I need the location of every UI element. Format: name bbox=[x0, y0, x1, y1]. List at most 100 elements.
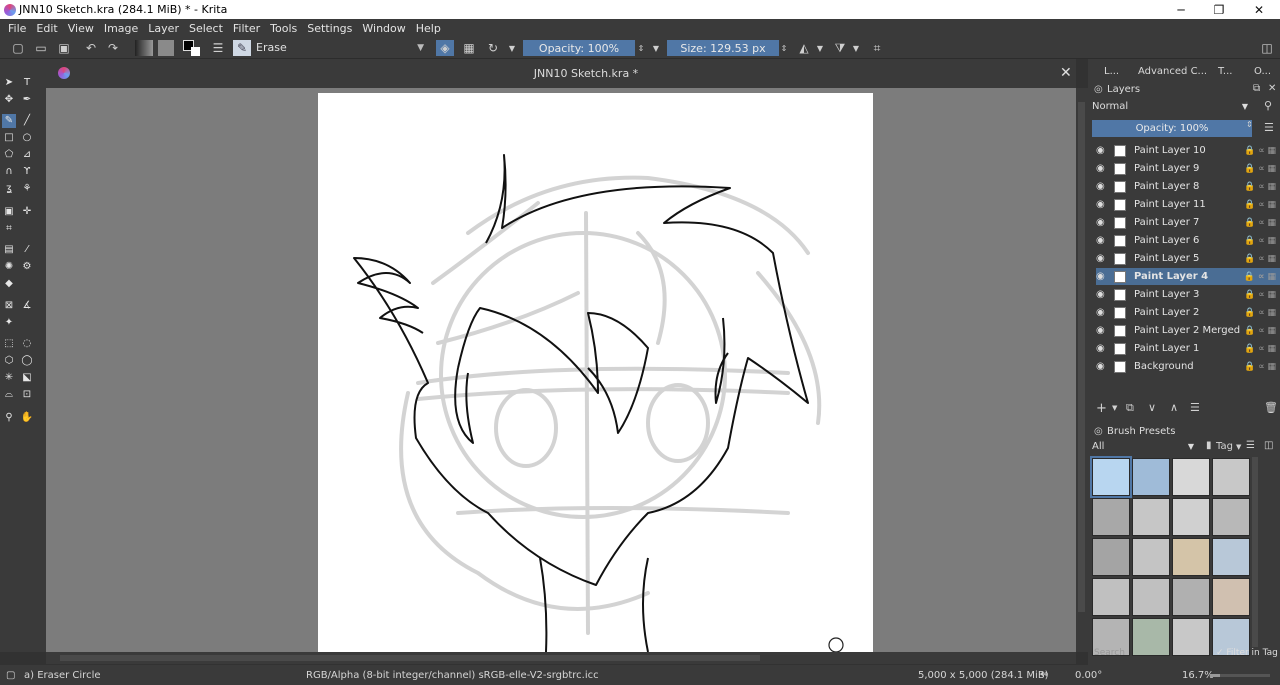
delete-layer-icon[interactable]: 🗑 bbox=[1264, 401, 1278, 414]
dynamic-brush-icon[interactable]: ʓ bbox=[2, 182, 16, 196]
zoom-slider[interactable] bbox=[1210, 674, 1270, 677]
minimize-button[interactable]: ─ bbox=[1161, 0, 1201, 19]
close-panel-icon[interactable]: ✕ bbox=[1268, 83, 1276, 94]
lock-alpha-icon[interactable]: 🔒 ∝ ▦ bbox=[1244, 290, 1276, 300]
rectangle-tool-icon[interactable]: □ bbox=[2, 131, 16, 145]
reload-preset-icon[interactable]: ↻ bbox=[484, 40, 502, 56]
lock-alpha-icon[interactable]: 🔒 ∝ ▦ bbox=[1244, 218, 1276, 228]
freehand-select-icon[interactable]: ◯ bbox=[20, 354, 34, 368]
lock-alpha-icon[interactable]: 🔒 ∝ ▦ bbox=[1244, 362, 1276, 372]
chevron-down-icon[interactable]: ▼ bbox=[651, 40, 661, 56]
reference-tool-icon[interactable]: ✦ bbox=[2, 316, 16, 330]
layer-row-paint-layer-10[interactable]: ◉ Paint Layer 10 🔒 ∝ ▦ bbox=[1096, 142, 1280, 159]
brush-preset-tile[interactable] bbox=[1090, 456, 1132, 498]
multibrush-icon[interactable]: ⚘ bbox=[20, 182, 34, 196]
transform-tool-icon[interactable]: ▣ bbox=[2, 205, 16, 219]
brush-preset-tile[interactable] bbox=[1132, 618, 1170, 656]
lock-alpha-icon[interactable]: 🔒 ∝ ▦ bbox=[1244, 254, 1276, 264]
layer-row-background[interactable]: ◉ Background 🔒 ∝ ▦ bbox=[1096, 358, 1280, 375]
docker-settings-icon[interactable]: ◎ bbox=[1094, 426, 1103, 437]
brush-settings-icon[interactable]: ☰ bbox=[210, 40, 226, 56]
similar-select-icon[interactable]: ⬕ bbox=[20, 371, 34, 385]
polygon-select-icon[interactable]: ⬡ bbox=[2, 354, 16, 368]
ellipse-select-icon[interactable]: ◌ bbox=[20, 337, 34, 351]
measure-tool-icon[interactable]: ∡ bbox=[20, 299, 34, 313]
menu-layer[interactable]: Layer bbox=[143, 22, 184, 35]
tab-tool-options[interactable]: T... bbox=[1218, 66, 1232, 77]
opacity-stepper[interactable]: ⇕ bbox=[636, 40, 646, 56]
new-document-icon[interactable]: ▢ bbox=[10, 40, 26, 56]
brush-grid-scrollbar[interactable] bbox=[1252, 457, 1258, 647]
fill-tool-icon[interactable]: ◆ bbox=[2, 277, 16, 291]
visibility-eye-icon[interactable]: ◉ bbox=[1096, 181, 1108, 192]
vertical-scrollbar[interactable] bbox=[1076, 88, 1088, 652]
brush-preset-tile[interactable] bbox=[1092, 578, 1130, 616]
magnetic-select-icon[interactable]: ⊡ bbox=[20, 388, 34, 402]
close-document-icon[interactable]: ✕ bbox=[1060, 65, 1072, 81]
color-picker-icon[interactable]: ⁄ bbox=[20, 243, 34, 257]
menu-file[interactable]: File bbox=[3, 22, 31, 35]
pan-tool-icon[interactable]: ✋ bbox=[20, 411, 34, 425]
duplicate-layer-icon[interactable]: ⧉ bbox=[1126, 401, 1134, 415]
rect-select-icon[interactable]: ⬚ bbox=[2, 337, 16, 351]
tag-label[interactable]: Tag bbox=[1216, 441, 1233, 452]
canvas-page[interactable] bbox=[318, 93, 873, 652]
layer-row-paint-layer-11[interactable]: ◉ Paint Layer 11 🔒 ∝ ▦ bbox=[1096, 196, 1280, 213]
gradient-swatch-icon[interactable] bbox=[135, 40, 153, 56]
menu-window[interactable]: Window bbox=[357, 22, 410, 35]
brush-preset-tile[interactable] bbox=[1172, 458, 1210, 496]
lock-alpha-icon[interactable]: 🔒 ∝ ▦ bbox=[1244, 164, 1276, 174]
edit-shapes-icon[interactable]: ✥ bbox=[2, 93, 16, 107]
move-tool-icon[interactable]: ✛ bbox=[20, 205, 34, 219]
freehand-brush-icon[interactable]: ✎ bbox=[2, 114, 16, 128]
layer-properties-icon[interactable]: ☰ bbox=[1190, 401, 1200, 414]
layer-opacity-slider[interactable]: Opacity: 100% bbox=[1092, 120, 1252, 137]
wrap-around-icon[interactable]: ⌗ bbox=[868, 40, 886, 56]
rotation-reset-icon[interactable]: ⇔ bbox=[1040, 669, 1048, 680]
document-tab-title[interactable]: JNN10 Sketch.kra * bbox=[526, 67, 646, 80]
menu-help[interactable]: Help bbox=[411, 22, 446, 35]
bezier-select-icon[interactable]: ⌓ bbox=[2, 388, 16, 402]
zoom-tool-icon[interactable]: ⚲ bbox=[2, 411, 16, 425]
brush-preset-tile[interactable] bbox=[1212, 578, 1250, 616]
brush-preset-tile[interactable] bbox=[1092, 498, 1130, 536]
select-shapes-icon[interactable]: ➤ bbox=[2, 76, 16, 90]
layer-filter-icon[interactable]: ⚲ bbox=[1264, 99, 1272, 112]
panel-toggle-icon[interactable]: ◫ bbox=[1264, 440, 1273, 451]
menu-select[interactable]: Select bbox=[184, 22, 228, 35]
menu-tools[interactable]: Tools bbox=[265, 22, 302, 35]
freehand-path-icon[interactable]: ϒ bbox=[20, 165, 34, 179]
bezier-tool-icon[interactable]: ∩ bbox=[2, 165, 16, 179]
menu-settings[interactable]: Settings bbox=[302, 22, 357, 35]
save-icon[interactable]: ▣ bbox=[56, 40, 72, 56]
line-tool-icon[interactable]: ╱ bbox=[20, 114, 34, 128]
menu-view[interactable]: View bbox=[63, 22, 99, 35]
eraser-mode-icon[interactable]: ◈ bbox=[436, 40, 454, 56]
pattern-swatch-icon[interactable] bbox=[158, 40, 174, 56]
assistant-tool-icon[interactable]: ⊠ bbox=[2, 299, 16, 313]
undo-icon[interactable]: ↶ bbox=[83, 40, 99, 56]
smart-patch-icon[interactable]: ⚙ bbox=[20, 260, 34, 274]
filter-in-tag-checkbox[interactable]: ✓ Filter in Tag bbox=[1216, 648, 1278, 658]
layer-row-paint-layer-1[interactable]: ◉ Paint Layer 1 🔒 ∝ ▦ bbox=[1096, 340, 1280, 357]
brush-preset-tile[interactable] bbox=[1172, 578, 1210, 616]
fg-bg-color-icon[interactable] bbox=[183, 40, 201, 56]
layer-row-paint-layer-3[interactable]: ◉ Paint Layer 3 🔒 ∝ ▦ bbox=[1096, 286, 1280, 303]
polyline-tool-icon[interactable]: ⊿ bbox=[20, 148, 34, 162]
dock-toggle-icon[interactable]: ◫ bbox=[1258, 40, 1276, 56]
mirror-horizontal-icon[interactable]: ◭ bbox=[795, 40, 813, 56]
brush-preset-tile[interactable] bbox=[1092, 538, 1130, 576]
menu-image[interactable]: Image bbox=[99, 22, 143, 35]
layer-row-paint-layer-4[interactable]: ◉ Paint Layer 4 🔒 ∝ ▦ bbox=[1096, 268, 1280, 285]
move-down-icon[interactable]: ∨ bbox=[1148, 401, 1156, 414]
lock-alpha-icon[interactable]: 🔒 ∝ ▦ bbox=[1244, 326, 1276, 336]
brush-preset-tile[interactable] bbox=[1212, 538, 1250, 576]
visibility-eye-icon[interactable]: ◉ bbox=[1096, 343, 1108, 354]
visibility-eye-icon[interactable]: ◉ bbox=[1096, 145, 1108, 156]
brush-search-input[interactable]: Search bbox=[1094, 648, 1125, 658]
visibility-eye-icon[interactable]: ◉ bbox=[1096, 289, 1108, 300]
visibility-eye-icon[interactable]: ◉ bbox=[1096, 199, 1108, 210]
text-tool-icon[interactable]: T bbox=[20, 76, 34, 90]
layer-row-paint-layer-9[interactable]: ◉ Paint Layer 9 🔒 ∝ ▦ bbox=[1096, 160, 1280, 177]
brush-preset-tile[interactable] bbox=[1132, 458, 1170, 496]
